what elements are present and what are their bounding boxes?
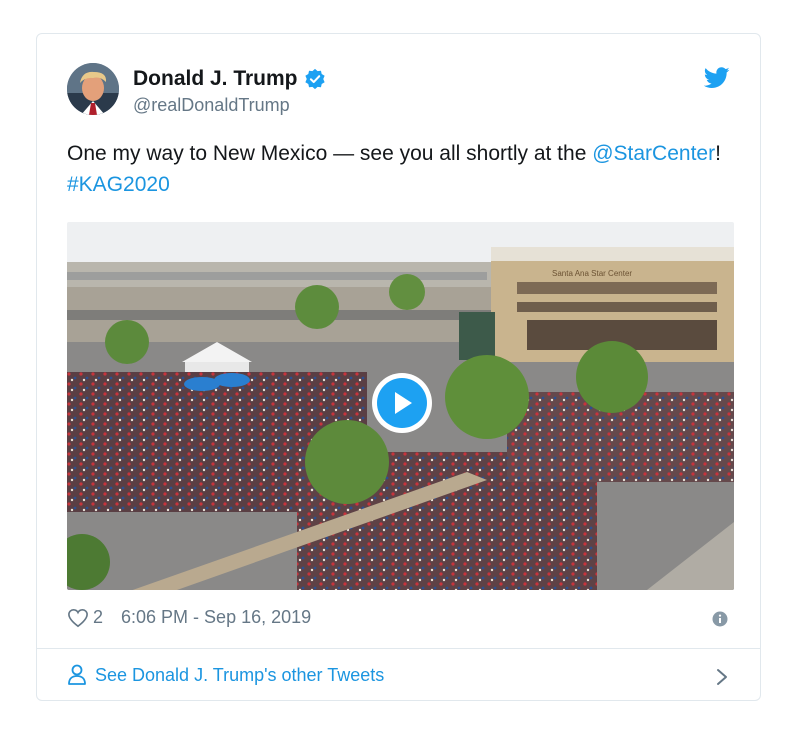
tweet-text: One my way to New Mexico — see you all s… [67,138,727,200]
play-button[interactable] [372,373,432,433]
person-icon [68,664,86,685]
see-other-tweets-link[interactable]: See Donald J. Trump's other Tweets [67,664,384,686]
building-sign: Santa Ana Star Center [552,269,632,278]
author-name[interactable]: Donald J. Trump [133,67,298,91]
chevron-right-icon[interactable] [716,668,728,686]
see-other-tweets-label[interactable]: See Donald J. Trump's other Tweets [95,665,384,686]
footer-divider [37,648,760,649]
heart-icon[interactable] [67,608,89,628]
hashtag-link[interactable]: #KAG2020 [67,173,170,196]
tweet-text-body: One my way to New Mexico — see you all s… [67,142,593,165]
video-thumbnail[interactable]: Santa Ana Star Center [67,222,734,590]
tweet-card[interactable]: Donald J. Trump @realDonaldTrump One my … [36,33,761,701]
tweet-text-punct: ! [715,142,721,165]
author-handle[interactable]: @realDonaldTrump [133,95,290,116]
tweet-timestamp[interactable]: 6:06 PM - Sep 16, 2019 [121,607,311,628]
play-icon [395,392,412,414]
verified-badge-icon [304,68,325,90]
mention-link[interactable]: @StarCenter [592,142,715,165]
like-count[interactable]: 2 [93,607,103,628]
twitter-bird-icon[interactable] [704,67,730,89]
author-avatar[interactable] [67,63,119,115]
info-icon[interactable] [712,611,728,627]
